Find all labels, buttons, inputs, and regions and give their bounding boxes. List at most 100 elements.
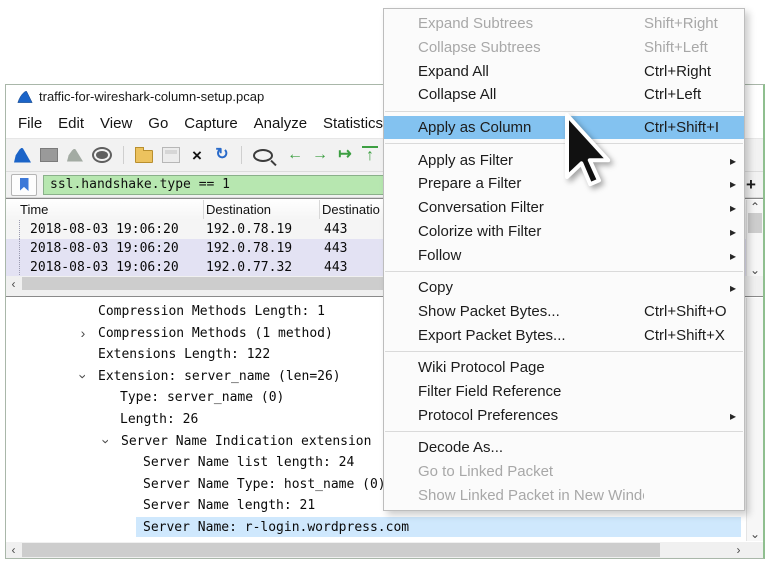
- go-to-packet-icon[interactable]: ↦: [337, 147, 353, 163]
- packet-list-vscrollbar[interactable]: ⌃ ⌄: [746, 200, 763, 276]
- menu-item-label: Expand All: [418, 63, 644, 80]
- menubar-item-edit[interactable]: Edit: [50, 111, 92, 136]
- submenu-arrow-icon: [722, 247, 736, 264]
- packet-time: 2018-08-03 19:06:20: [30, 222, 179, 237]
- menu-item-colorize-with-filter[interactable]: Colorize with Filter: [384, 220, 744, 244]
- menu-item-protocol-preferences[interactable]: Protocol Preferences: [384, 403, 744, 427]
- detail-row-text: Compression Methods (1 method): [98, 323, 333, 344]
- menu-item-shortcut: Ctrl+Right: [644, 63, 736, 80]
- submenu-arrow-icon: [722, 223, 736, 240]
- go-to-first-packet-icon[interactable]: ↑: [362, 146, 378, 164]
- context-menu: Expand SubtreesShift+RightCollapse Subtr…: [383, 8, 745, 511]
- packet-destination: 192.0.77.32: [206, 260, 292, 275]
- menu-item-show-packet-bytes[interactable]: Show Packet Bytes...Ctrl+Shift+O: [384, 300, 744, 324]
- menubar-item-capture[interactable]: Capture: [176, 111, 245, 136]
- column-header-time[interactable]: Time: [20, 202, 48, 217]
- menu-item-shortcut: Ctrl+Shift+X: [644, 327, 736, 344]
- close-capture-file-icon[interactable]: ×: [189, 147, 205, 164]
- menubar-item-analyze[interactable]: Analyze: [246, 111, 315, 136]
- expand-expander-icon[interactable]: ›: [77, 323, 89, 344]
- menu-item-shortcut: Ctrl+Shift+O: [644, 303, 736, 320]
- menu-item-collapse-all[interactable]: Collapse AllCtrl+Left: [384, 83, 744, 107]
- menubar-item-file[interactable]: File: [10, 111, 50, 136]
- scroll-right-arrow-icon[interactable]: ›: [731, 542, 746, 558]
- menu-item-decode-as[interactable]: Decode As...: [384, 436, 744, 460]
- menu-item-expand-subtrees: Expand SubtreesShift+Right: [384, 12, 744, 36]
- hscroll-thumb[interactable]: [22, 543, 660, 557]
- collapse-expander-icon[interactable]: ›: [96, 435, 117, 447]
- context-menu-separator: [385, 111, 743, 112]
- open-capture-file-icon[interactable]: [135, 150, 153, 163]
- menu-item-follow[interactable]: Follow: [384, 243, 744, 267]
- menubar-item-view[interactable]: View: [92, 111, 140, 136]
- scroll-left-arrow-icon[interactable]: ‹: [6, 542, 21, 558]
- submenu-arrow-icon: [722, 407, 736, 424]
- column-header-destinatio[interactable]: Destinatio: [322, 202, 380, 217]
- menu-item-label: Filter Field Reference: [418, 383, 644, 400]
- column-separator[interactable]: [203, 200, 204, 219]
- detail-row-text: Server Name Type: host_name (0): [143, 474, 386, 495]
- details-vscrollbar[interactable]: ⌄: [746, 298, 763, 541]
- menu-item-label: Show Packet Bytes...: [418, 303, 644, 320]
- submenu-arrow-icon: [722, 199, 736, 216]
- column-header-destination[interactable]: Destination: [206, 202, 271, 217]
- menu-item-expand-all[interactable]: Expand AllCtrl+Right: [384, 59, 744, 83]
- go-back-icon[interactable]: ←: [287, 147, 303, 163]
- restart-capture-icon[interactable]: [67, 149, 83, 162]
- scroll-left-arrow-icon[interactable]: ‹: [6, 276, 21, 291]
- menu-item-label: Show Linked Packet in New Window: [418, 487, 644, 504]
- menu-item-label: Copy: [418, 279, 644, 296]
- find-packet-icon[interactable]: [253, 149, 273, 162]
- packet-destination-port: 443: [324, 241, 347, 256]
- menubar-item-statistics[interactable]: Statistics: [315, 111, 391, 136]
- go-forward-icon[interactable]: →: [312, 147, 328, 163]
- menu-item-export-packet-bytes[interactable]: Export Packet Bytes...Ctrl+Shift+X: [384, 323, 744, 347]
- menu-item-go-to-linked-packet: Go to Linked Packet: [384, 460, 744, 484]
- detail-row-selected[interactable]: Server Name: r-login.wordpress.com: [6, 517, 746, 538]
- menu-item-shortcut: Shift+Left: [644, 39, 736, 56]
- details-hscrollbar[interactable]: ‹ ›: [6, 542, 746, 558]
- scrollbar-corner: [746, 542, 763, 558]
- wireshark-start-capture-icon[interactable]: [14, 148, 31, 163]
- scroll-up-arrow-icon[interactable]: ⌃: [747, 200, 763, 213]
- menu-item-label: Collapse All: [418, 86, 644, 103]
- packet-time: 2018-08-03 19:06:20: [30, 260, 179, 275]
- menu-item-label: Wiki Protocol Page: [418, 359, 644, 376]
- detail-row-text: Length: 26: [120, 409, 198, 430]
- menu-item-filter-field-reference[interactable]: Filter Field Reference: [384, 380, 744, 404]
- context-menu-separator: [385, 431, 743, 432]
- menu-item-wiki-protocol-page[interactable]: Wiki Protocol Page: [384, 356, 744, 380]
- scrollbar-corner: [746, 276, 763, 291]
- stop-capture-icon[interactable]: [40, 148, 58, 162]
- menu-item-label: Collapse Subtrees: [418, 39, 644, 56]
- menubar-item-go[interactable]: Go: [140, 111, 176, 136]
- reload-capture-file-icon[interactable]: ↻: [214, 147, 230, 163]
- column-separator[interactable]: [319, 200, 320, 219]
- menu-item-label: Conversation Filter: [418, 199, 644, 216]
- submenu-arrow-icon: [722, 279, 736, 296]
- detail-row-text: Type: server_name (0): [120, 387, 284, 408]
- bookmark-icon: [20, 178, 29, 191]
- menu-item-label: Go to Linked Packet: [418, 463, 644, 480]
- packet-destination: 192.0.78.19: [206, 241, 292, 256]
- detail-row-text: Server Name Indication extension: [121, 431, 371, 452]
- menu-item-label: Expand Subtrees: [418, 15, 644, 32]
- detail-row-text: Compression Methods Length: 1: [98, 301, 325, 322]
- filter-bookmark-button[interactable]: [11, 174, 37, 196]
- wireshark-logo-icon: [17, 90, 33, 104]
- menu-item-conversation-filter[interactable]: Conversation Filter: [384, 196, 744, 220]
- vscroll-thumb[interactable]: [748, 213, 762, 233]
- context-menu-separator: [385, 351, 743, 352]
- packet-time: 2018-08-03 19:06:20: [30, 241, 179, 256]
- menu-item-copy[interactable]: Copy: [384, 276, 744, 300]
- capture-options-icon[interactable]: [92, 147, 112, 163]
- menu-item-label: Protocol Preferences: [418, 407, 644, 424]
- menu-item-show-linked-packet-in-new-window: Show Linked Packet in New Window: [384, 483, 744, 507]
- collapse-expander-icon[interactable]: ›: [73, 370, 94, 382]
- detail-row-text: Server Name length: 21: [143, 495, 315, 516]
- scroll-down-arrow-icon[interactable]: ⌄: [747, 263, 763, 276]
- menu-item-collapse-subtrees: Collapse SubtreesShift+Left: [384, 36, 744, 60]
- window-title: traffic-for-wireshark-column-setup.pcap: [39, 89, 264, 104]
- save-capture-file-icon[interactable]: [162, 147, 180, 163]
- scroll-down-arrow-icon[interactable]: ⌄: [747, 527, 763, 541]
